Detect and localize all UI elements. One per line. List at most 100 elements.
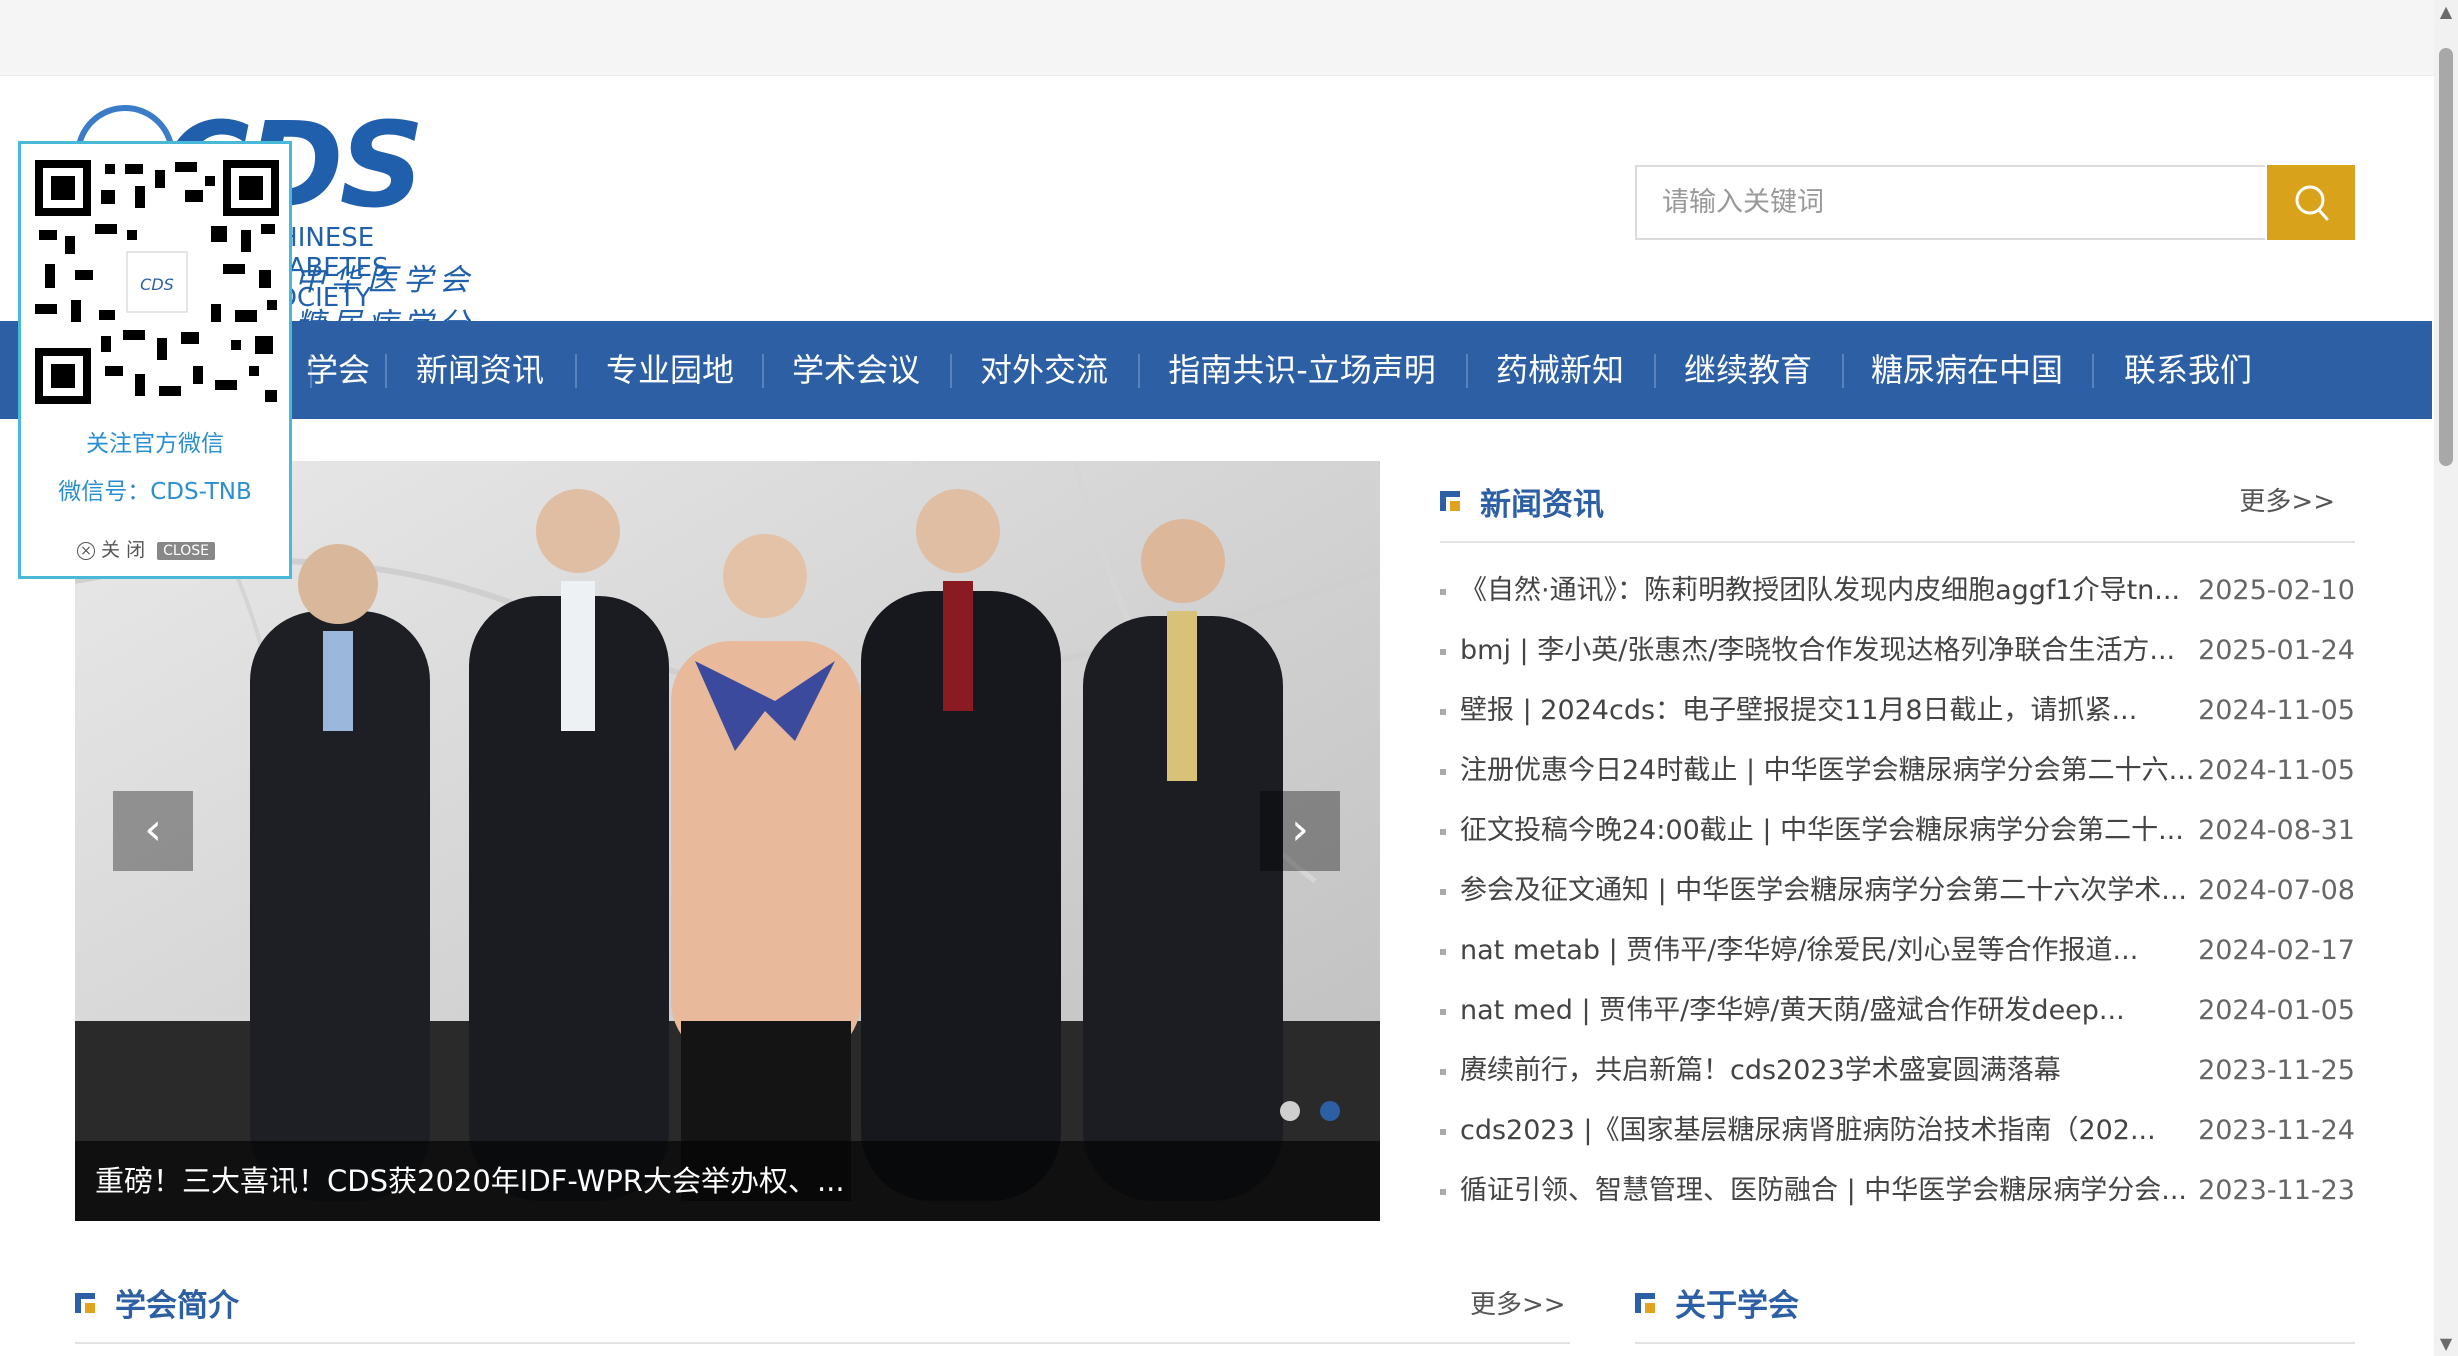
chevron-left-icon: ‹ — [144, 804, 162, 855]
news-item[interactable]: 参会及征文通知 | 中华医学会糖尿病学分会第二十六次学术... 2024-07-0… — [1440, 861, 2355, 921]
close-icon: × — [77, 541, 95, 560]
news-item-title[interactable]: cds2023 |《国家基层糖尿病肾脏病防治技术指南（202... — [1460, 1101, 2205, 1161]
nav-item-news[interactable]: 新闻资讯 — [400, 321, 560, 419]
qr-wechat-id: 微信号：CDS-TNB — [58, 479, 252, 505]
news-item[interactable]: 征文投稿今晚24:00截止 | 中华医学会糖尿病学分会第二十... 2024-08… — [1440, 801, 2355, 861]
list-bullet-icon — [1440, 829, 1446, 835]
qr-follow-text: 关注官方微信 — [86, 431, 224, 457]
section-bullet-icon — [1440, 491, 1460, 511]
nav-item-conferences[interactable]: 学术会议 — [776, 321, 936, 419]
news-item-date: 2024-11-05 — [2198, 755, 2355, 786]
news-item-date: 2023-11-24 — [2198, 1115, 2355, 1146]
about-section-title: 关于学会 — [1675, 1288, 1799, 1324]
qr-center-label: CDS — [140, 275, 174, 294]
wechat-qr-popup: CDS 关注官方微信 微信号：CDS-TNB × 关 闭 CLOSE — [18, 141, 292, 579]
section-bullet-icon — [1635, 1293, 1655, 1313]
news-item-title[interactable]: bmj | 李小英/张惠杰/李晓牧合作发现达格列净联合生活方... — [1460, 621, 2205, 681]
news-item-date: 2025-01-24 — [2198, 635, 2355, 666]
about-divider — [1635, 1342, 2355, 1344]
nav-item-professional[interactable]: 专业园地 — [590, 321, 750, 419]
news-item[interactable]: bmj | 李小英/张惠杰/李晓牧合作发现达格列净联合生活方... 2025-01… — [1440, 621, 2355, 681]
list-bullet-icon — [1440, 889, 1446, 895]
nav-divider — [1654, 354, 1656, 388]
news-item-title[interactable]: 循证引领、智慧管理、医防融合 | 中华医学会糖尿病学分会... — [1460, 1161, 2205, 1221]
carousel-next-button[interactable]: › — [1260, 791, 1340, 871]
news-item[interactable]: 《自然·通讯》：陈莉明教授团队发现内皮细胞aggf1介导tn... 2025-02… — [1440, 561, 2355, 621]
carousel-dot-2[interactable] — [1320, 1101, 1340, 1121]
list-bullet-icon — [1440, 709, 1446, 715]
news-section-title: 新闻资讯 — [1480, 487, 1604, 523]
news-item[interactable]: 赓续前行，共启新篇！cds2023学术盛宴圆满落幕 2023-11-25 — [1440, 1041, 2355, 1101]
news-item-title[interactable]: 注册优惠今日24时截止 | 中华医学会糖尿病学分会第二十六... — [1460, 741, 2205, 801]
nav-divider — [385, 354, 387, 388]
news-item-date: 2024-08-31 — [2198, 815, 2355, 846]
news-item-date: 2024-02-17 — [2198, 935, 2355, 966]
nav-divider — [762, 354, 764, 388]
news-item-title[interactable]: 参会及征文通知 | 中华医学会糖尿病学分会第二十六次学术... — [1460, 861, 2205, 921]
news-more-link[interactable]: 更多>> — [2239, 481, 2335, 518]
news-item-title[interactable]: 征文投稿今晚24:00截止 | 中华医学会糖尿病学分会第二十... — [1460, 801, 2205, 861]
news-item-date: 2023-11-25 — [2198, 1055, 2355, 1086]
news-item[interactable]: nat metab | 贾伟平/李华婷/徐爱民/刘心昱等合作报道... 2024-… — [1440, 921, 2355, 981]
news-item-date: 2025-02-10 — [2198, 575, 2355, 606]
news-item[interactable]: 循证引领、智慧管理、医防融合 | 中华医学会糖尿病学分会... 2023-11-2… — [1440, 1161, 2355, 1221]
nav-item-education[interactable]: 继续教育 — [1668, 321, 1828, 419]
news-item-title[interactable]: 壁报 | 2024cds：电子壁报提交11月8日截止，请抓紧... — [1460, 681, 2205, 741]
list-bullet-icon — [1440, 949, 1446, 955]
scroll-up-arrow-icon[interactable]: ▲ — [2434, 0, 2458, 24]
carousel-dot-1[interactable] — [1280, 1101, 1300, 1121]
list-bullet-icon — [1440, 1129, 1446, 1135]
list-bullet-icon — [1440, 769, 1446, 775]
search-button[interactable] — [2267, 165, 2355, 240]
nav-item-guidelines[interactable]: 指南共识-立场声明 — [1152, 321, 1452, 419]
scrollbar-thumb[interactable] — [2439, 48, 2453, 466]
news-item-date: 2024-11-05 — [2198, 695, 2355, 726]
list-bullet-icon — [1440, 589, 1446, 595]
news-item-title[interactable]: 赓续前行，共启新篇！cds2023学术盛宴圆满落幕 — [1460, 1041, 2205, 1101]
main-nav: 首页 学会 新闻资讯 专业园地 学术会议 对外交流 指南共识-立场声明 药械新知… — [0, 321, 2432, 419]
nav-item-drugs[interactable]: 药械新知 — [1480, 321, 1640, 419]
nav-divider — [575, 354, 577, 388]
nav-divider — [2092, 354, 2094, 388]
news-item-date: 2024-01-05 — [2198, 995, 2355, 1026]
carousel-prev-button[interactable]: ‹ — [113, 791, 193, 871]
nav-item-contact[interactable]: 联系我们 — [2106, 321, 2270, 419]
carousel-caption[interactable]: 重磅！三大喜讯！CDS获2020年IDF-WPR大会举办权、... — [95, 1141, 845, 1221]
search-input[interactable] — [1635, 165, 2265, 240]
list-bullet-icon — [1440, 1069, 1446, 1075]
list-bullet-icon — [1440, 1009, 1446, 1015]
intro-divider — [75, 1342, 1570, 1344]
news-item[interactable]: 注册优惠今日24时截止 | 中华医学会糖尿病学分会第二十六... 2024-11-… — [1440, 741, 2355, 801]
news-item-title[interactable]: 《自然·通讯》：陈莉明教授团队发现内皮细胞aggf1介导tn... — [1460, 561, 2205, 621]
qr-close-label: 关 闭 — [101, 539, 146, 561]
nav-divider — [1842, 354, 1844, 388]
nav-divider — [1138, 354, 1140, 388]
news-item-title[interactable]: nat med | 贾伟平/李华婷/黄天荫/盛斌合作研发deep... — [1460, 981, 2205, 1041]
qr-close-badge: CLOSE — [157, 541, 215, 560]
news-divider — [1440, 541, 2355, 543]
carousel-caption-bar[interactable]: 重磅！三大喜讯！CDS获2020年IDF-WPR大会举办权、... — [75, 1141, 1380, 1221]
qr-close-button[interactable]: × 关 闭 CLOSE — [77, 538, 215, 562]
chevron-right-icon: › — [1291, 804, 1309, 855]
intro-section-title: 学会简介 — [115, 1288, 239, 1324]
nav-divider — [950, 354, 952, 388]
list-bullet-icon — [1440, 1189, 1446, 1195]
intro-more-link[interactable]: 更多>> — [1470, 1284, 1566, 1321]
nav-item-exchange[interactable]: 对外交流 — [964, 321, 1124, 419]
scroll-down-arrow-icon[interactable]: ▼ — [2434, 1332, 2458, 1356]
news-item[interactable]: 壁报 | 2024cds：电子壁报提交11月8日截止，请抓紧... 2024-11… — [1440, 681, 2355, 741]
news-item[interactable]: cds2023 |《国家基层糖尿病肾脏病防治技术指南（202... 2023-11… — [1440, 1101, 2355, 1161]
wechat-qr-code: CDS — [35, 160, 279, 404]
news-item[interactable]: nat med | 贾伟平/李华婷/黄天荫/盛斌合作研发deep... 2024-… — [1440, 981, 2355, 1041]
browser-top-band — [0, 0, 2434, 76]
news-item-date: 2023-11-23 — [2198, 1175, 2355, 1206]
page-scrollbar[interactable]: ▲ ▼ — [2434, 0, 2458, 1356]
list-bullet-icon — [1440, 649, 1446, 655]
search-bar — [1635, 165, 2355, 240]
nav-item-diabetes-china[interactable]: 糖尿病在中国 — [1856, 321, 2078, 419]
news-item-date: 2024-07-08 — [2198, 875, 2355, 906]
nav-divider — [1466, 354, 1468, 388]
search-icon — [2295, 185, 2329, 221]
news-item-title[interactable]: nat metab | 贾伟平/李华婷/徐爱民/刘心昱等合作报道... — [1460, 921, 2205, 981]
section-bullet-icon — [75, 1293, 95, 1313]
